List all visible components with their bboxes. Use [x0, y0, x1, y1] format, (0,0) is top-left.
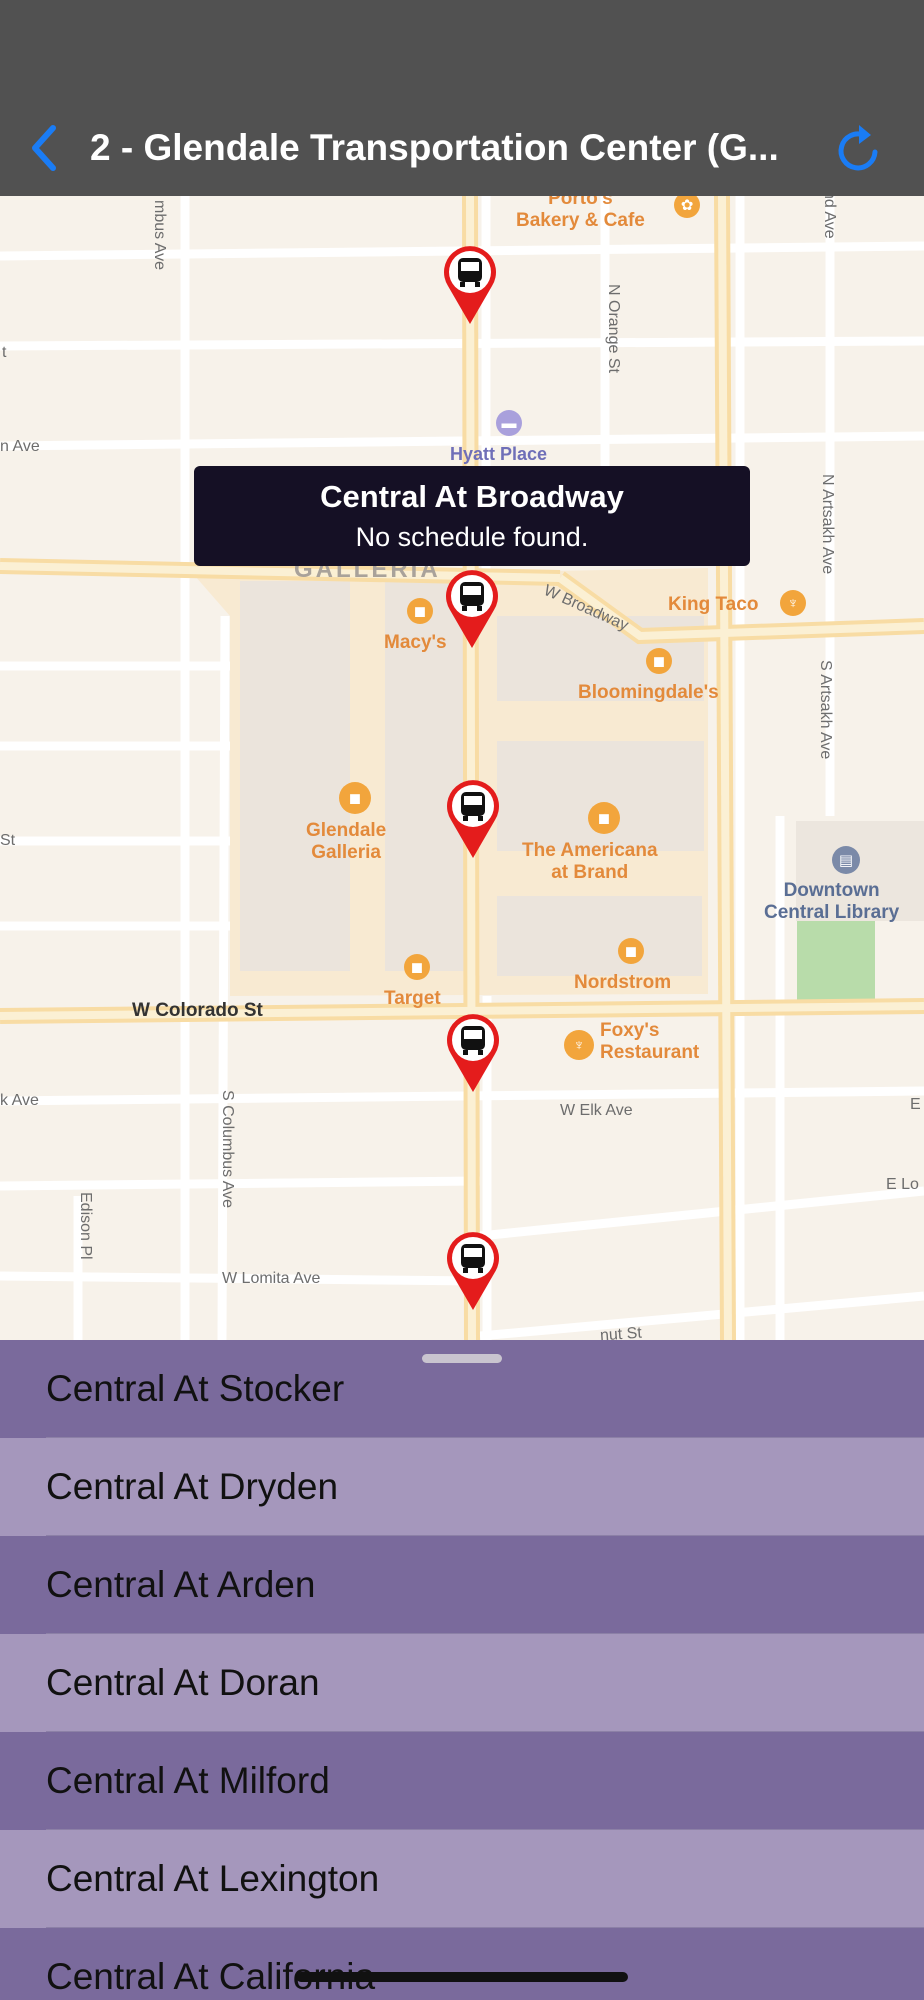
stops-sheet[interactable]: Central At Stocker Central At Dryden Cen…: [0, 1340, 924, 2000]
shopping-bag-icon: ◼: [588, 802, 620, 834]
shopping-bag-icon: ◼: [339, 782, 371, 814]
stop-name: Central At Milford: [46, 1760, 330, 1801]
bus-stop-pin-icon[interactable]: [443, 1228, 503, 1312]
map-label-foxys: Foxy's Restaurant: [600, 1020, 700, 1063]
list-item[interactable]: Central At Doran: [0, 1634, 924, 1732]
street-label-w-lomita: W Lomita Ave: [222, 1270, 321, 1287]
shopping-bag-icon: ◼: [618, 938, 644, 964]
street-label-s-artsakh: S Artsakh Ave: [817, 660, 834, 760]
library-icon: ▤: [832, 846, 860, 874]
street-label-nd-ave: nd Ave: [821, 196, 838, 239]
map-label-glendale-galleria: Glendale Galleria: [306, 820, 387, 863]
map-label-target: Target: [384, 988, 441, 1009]
stop-callout[interactable]: Central At Broadway No schedule found.: [194, 466, 750, 566]
map-label-macys: Macy's: [384, 632, 447, 653]
home-indicator[interactable]: [296, 1972, 628, 1982]
map-label-bloomingdales: Bloomingdale's: [578, 682, 719, 703]
stop-name: Central At Dryden: [46, 1466, 339, 1507]
refresh-button[interactable]: [830, 118, 890, 178]
street-label-st: St: [0, 832, 16, 849]
list-item[interactable]: Central At Dryden: [0, 1438, 924, 1536]
street-label-columbus-top: mbus Ave: [151, 200, 168, 270]
sheet-grabber[interactable]: [422, 1354, 502, 1363]
map-view[interactable]: Porto's Bakery & Cafe ✿ mbus Ave nd Ave …: [0, 196, 924, 1340]
shopping-bag-icon: ◼: [404, 954, 430, 980]
street-label-k-ave: k Ave: [0, 1092, 39, 1109]
map-label-hyatt: Hyatt Place: [450, 444, 548, 464]
street-label-nut-st: nut St: [599, 1324, 643, 1340]
street-label-n-orange: N Orange St: [605, 284, 622, 373]
stop-name: Central At Stocker: [46, 1368, 345, 1409]
street-label-e-lo: E Lo: [886, 1176, 919, 1193]
shopping-bag-icon: ◼: [646, 648, 672, 674]
list-item[interactable]: Central At California: [0, 1928, 924, 2000]
street-label-s-columbus: S Columbus Ave: [219, 1090, 236, 1208]
street-label-e-right: E: [910, 1096, 921, 1113]
map-label-downtown-library: Downtown Central Library: [764, 880, 900, 923]
chevron-left-icon: [32, 125, 56, 171]
street-label-w-elk: W Elk Ave: [560, 1102, 633, 1119]
map-label-king-taco: King Taco: [668, 594, 759, 615]
page-title: 2 - Glendale Transportation Center (G...: [90, 127, 779, 168]
shopping-bag-icon: ◼: [407, 598, 433, 624]
bus-stop-pin-icon[interactable]: [442, 566, 502, 650]
bus-stop-pin-icon[interactable]: [440, 242, 500, 326]
map-base: [0, 196, 924, 1340]
refresh-icon: [838, 125, 878, 171]
bus-stop-pin-icon[interactable]: [443, 1010, 503, 1094]
hotel-icon: ▬: [496, 410, 522, 436]
map-label-americana: The Americana at Brand: [522, 840, 658, 883]
street-label-w-colorado: W Colorado St: [132, 1000, 263, 1021]
street-label-n-ave: n Ave: [0, 438, 40, 455]
stop-name: Central At Arden: [46, 1564, 316, 1605]
back-button[interactable]: [22, 118, 66, 178]
list-item[interactable]: Central At Lexington: [0, 1830, 924, 1928]
callout-subtitle: No schedule found.: [355, 522, 589, 552]
stop-name: Central At Doran: [46, 1662, 320, 1703]
list-item[interactable]: Central At Arden: [0, 1536, 924, 1634]
map-label-nordstrom: Nordstrom: [574, 972, 672, 993]
restaurant-icon: ♆: [564, 1030, 594, 1060]
callout-title: Central At Broadway: [320, 479, 624, 514]
map-label-portos: Porto's Bakery & Cafe: [516, 196, 645, 231]
bus-stop-pin-icon[interactable]: [443, 776, 503, 860]
street-label-t: t: [2, 344, 7, 361]
nav-bar: 2 - Glendale Transportation Center (G...: [0, 0, 924, 196]
list-item[interactable]: Central At Milford: [0, 1732, 924, 1830]
street-label-n-artsakh: N Artsakh Ave: [819, 474, 836, 575]
stop-name: Central At Lexington: [46, 1858, 380, 1899]
restaurant-icon: ♆: [780, 590, 806, 616]
street-label-edison: Edison Pl: [77, 1192, 94, 1260]
